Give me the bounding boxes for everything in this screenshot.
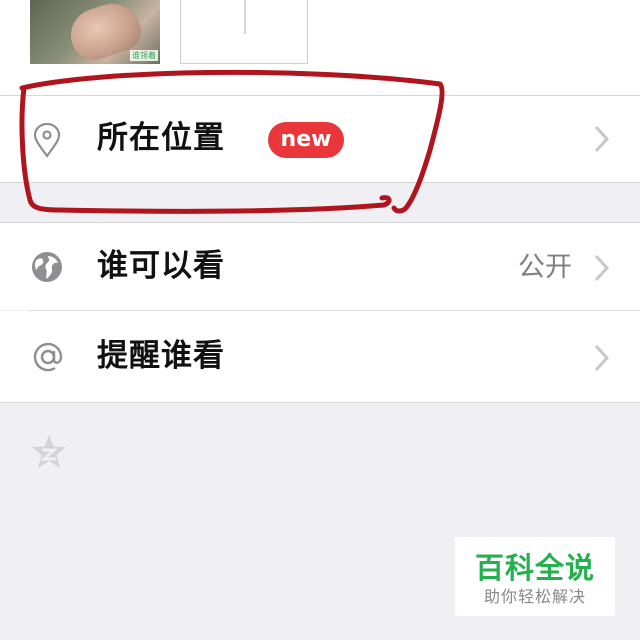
watermark-subtitle: 助你轻松解决 <box>483 587 586 606</box>
watermark-title: 百科全说 <box>474 551 595 585</box>
site-watermark: 百科全说 助你轻松解决 <box>455 537 615 616</box>
